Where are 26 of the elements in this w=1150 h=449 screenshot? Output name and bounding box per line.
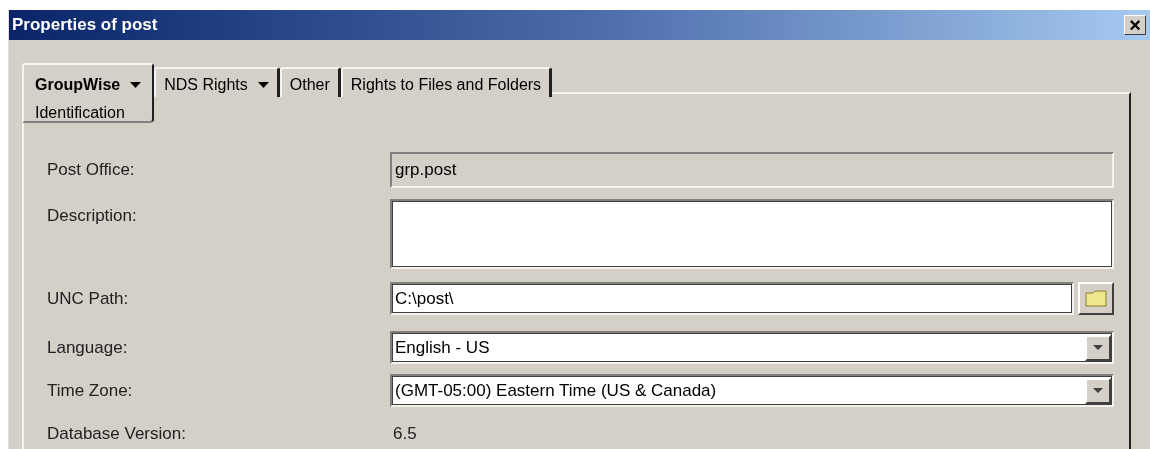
caret-icon [1093,345,1103,350]
dropdown-field[interactable]: English - US [390,331,1114,364]
field-label: Time Zone: [47,379,134,402]
tab[interactable]: Other [279,67,341,97]
tab[interactable]: Rights to Files and Folders [340,67,553,97]
field-label: Database Version: [47,422,187,445]
post-office-field: grp.post [390,152,1114,188]
dropdown-arrow-button[interactable] [1085,334,1111,361]
window-title: Properties of post [12,14,158,37]
dropdown-field[interactable]: (GMT-05:00) Eastern Time (US & Canada) [390,374,1114,407]
description-field[interactable] [390,199,1114,269]
field-label: Description: [47,205,138,227]
caret-icon [257,82,269,88]
browse-button[interactable] [1078,282,1114,315]
path-field[interactable]: C:\post\ [390,282,1074,315]
field-label: UNC Path: [47,287,130,310]
close-button[interactable]: × [1124,15,1146,35]
folder-icon [1085,290,1107,307]
field-label: Language: [47,336,129,359]
tab[interactable]: NDS Rights [154,67,280,97]
field-label: Post Office: [47,159,136,182]
caret-icon [130,82,142,88]
caret-icon [1093,388,1103,393]
tab[interactable]: GroupWise Identification [22,63,155,123]
dropdown-arrow-button[interactable] [1085,377,1111,404]
version-value: 6.5 [392,422,417,445]
